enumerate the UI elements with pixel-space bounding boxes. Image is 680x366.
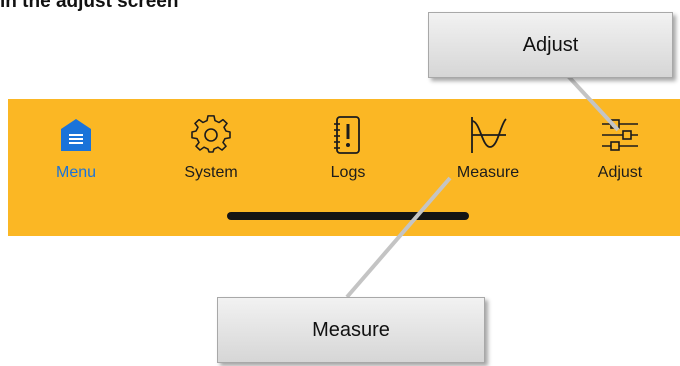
tab-adjust-label: Adjust [597, 164, 643, 181]
tab-logs[interactable]: Logs [293, 99, 403, 199]
tab-menu[interactable]: Menu [21, 99, 131, 199]
tab-menu-label: Menu [55, 164, 97, 181]
home-indicator [227, 212, 469, 220]
tab-system[interactable]: System [156, 99, 266, 199]
measure-curve-icon [468, 113, 508, 157]
adjust-callout: Adjust [428, 12, 673, 78]
tab-measure[interactable]: Measure [433, 99, 543, 199]
sliders-icon [600, 113, 640, 157]
measure-callout: Measure [217, 297, 485, 363]
tab-measure-label: Measure [456, 164, 520, 181]
gear-icon [191, 113, 231, 157]
page-heading: in the adjust screen [0, 0, 179, 12]
logbook-icon [328, 113, 368, 157]
tab-adjust[interactable]: Adjust [565, 99, 675, 199]
home-icon [56, 113, 96, 157]
bottom-tab-bar: Menu System Logs Measure Adjust [8, 99, 680, 236]
tab-logs-label: Logs [330, 164, 366, 181]
measure-callout-label: Measure [312, 318, 390, 341]
adjust-callout-label: Adjust [522, 33, 579, 56]
tab-system-label: System [184, 164, 238, 181]
